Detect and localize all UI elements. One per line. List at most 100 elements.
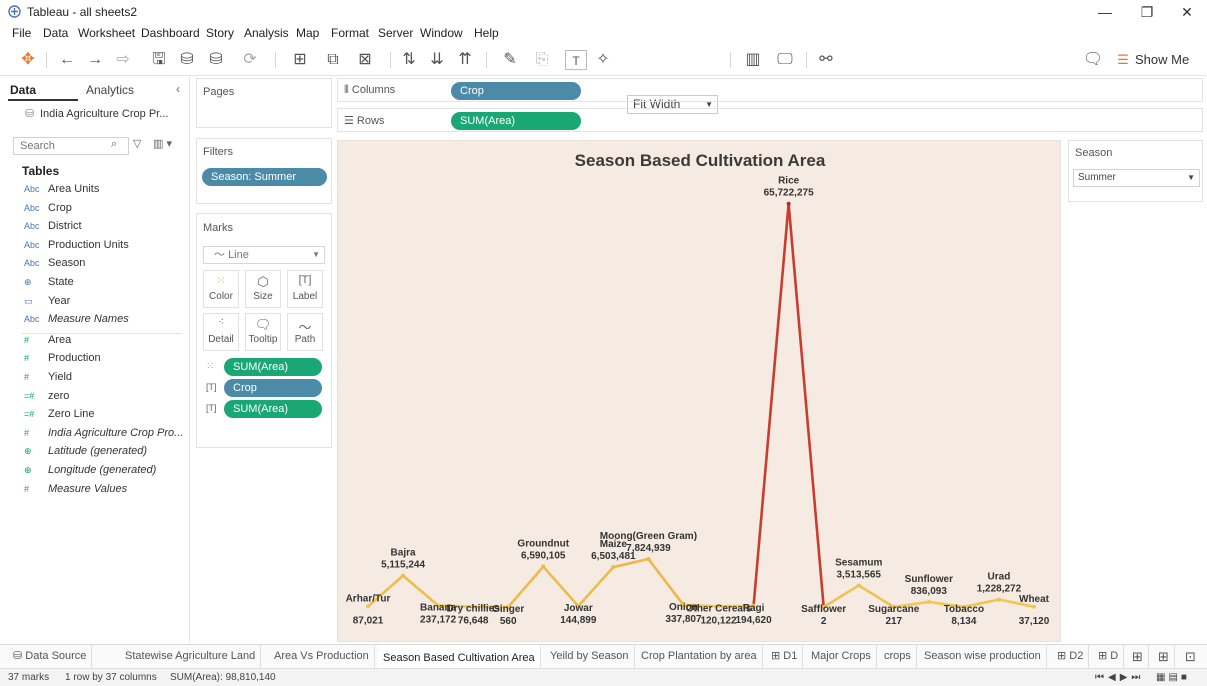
new-story-tab-icon[interactable]: ⊡	[1180, 645, 1201, 668]
view-options-icon[interactable]: ▥ ▾	[153, 137, 172, 150]
rows-shelf[interactable]: ☰ Rows SUM(Area)	[337, 108, 1203, 132]
tableau-home-icon[interactable]: ✥	[17, 50, 39, 70]
filter-pill-season[interactable]: Season: Summer	[202, 168, 327, 186]
menu-map[interactable]: Map	[296, 26, 319, 40]
data-point[interactable]	[996, 597, 1001, 602]
datasource-name[interactable]: India Agriculture Crop Pr...	[40, 108, 168, 120]
field-zero[interactable]: =# zero	[0, 389, 190, 407]
menu-analysis[interactable]: Analysis	[244, 26, 289, 40]
tab-area-vs-production[interactable]: Area Vs Production	[269, 645, 375, 668]
tab-data-source[interactable]: ⛁ Data Source	[8, 645, 93, 668]
tooltip-icon[interactable]: 🗨	[1082, 50, 1104, 70]
data-point[interactable]	[1032, 604, 1036, 609]
menu-dashboard[interactable]: Dashboard	[141, 26, 200, 40]
field-district[interactable]: Abc District	[0, 219, 190, 237]
field-yield[interactable]: # Yield	[0, 370, 190, 388]
tab-crops[interactable]: crops	[879, 645, 917, 668]
line-chart[interactable]: Arhar/Tur87,021Bajra5,115,244Banana237,1…	[338, 141, 1062, 643]
marks-pill-color-sum-area[interactable]: SUM(Area)	[224, 358, 322, 376]
data-point[interactable]	[366, 604, 370, 609]
field-longitude-generated[interactable]: ⊕ Longitude (generated)	[0, 463, 190, 481]
menu-window[interactable]: Window	[420, 26, 463, 40]
tab-crop-plantation-by-area[interactable]: Crop Plantation by area	[636, 645, 763, 668]
season-filter-dropdown[interactable]: Summer ▼	[1073, 169, 1200, 187]
new-dashboard-tab-icon[interactable]: ⊞	[1153, 645, 1175, 668]
redo-icon[interactable]: →	[84, 50, 106, 70]
filters-card[interactable]: Filters Season: Summer	[196, 138, 332, 204]
field-crop[interactable]: Abc Crop	[0, 201, 190, 219]
search-icon[interactable]: ⌕	[111, 138, 117, 151]
highlight-icon[interactable]: ✎	[496, 50, 524, 70]
sort-desc-icon[interactable]: ⇈	[454, 50, 476, 70]
field-area[interactable]: # Area	[0, 333, 190, 351]
view-mode-icons[interactable]: ▦▤■	[1156, 672, 1190, 683]
marks-color-button[interactable]: ⁙ Color	[203, 270, 239, 308]
field-production-units[interactable]: Abc Production Units	[0, 238, 190, 256]
tab-analytics[interactable]: Analytics	[86, 83, 134, 97]
show-me-icon[interactable]: ☰	[1114, 50, 1132, 70]
marks-pill-label-sum-area[interactable]: SUM(Area)	[224, 400, 322, 418]
menu-worksheet[interactable]: Worksheet	[78, 26, 135, 40]
data-point[interactable]	[786, 201, 791, 206]
rows-pill-sum-area[interactable]: SUM(Area)	[451, 112, 581, 130]
field-state[interactable]: ⊕ State	[0, 275, 190, 293]
show-labels-icon[interactable]: T	[565, 50, 587, 70]
sort-asc-icon[interactable]: ⇊	[426, 50, 448, 70]
close-button[interactable]: ✕	[1170, 2, 1204, 22]
new-worksheet-icon[interactable]: ⊞	[285, 50, 315, 70]
menu-file[interactable]: File	[12, 26, 31, 40]
tab-season-based-cultivation-area[interactable]: Season Based Cultivation Area	[378, 645, 541, 668]
field-latitude-generated[interactable]: ⊕ Latitude (generated)	[0, 444, 190, 462]
collapse-pane-icon[interactable]: ‹	[176, 82, 180, 96]
new-worksheet-tab-icon[interactable]: ⊞	[1127, 645, 1149, 668]
menu-server[interactable]: Server	[378, 26, 413, 40]
pause-updates-icon[interactable]: ⛁	[203, 50, 229, 70]
mark-type-dropdown[interactable]: 〜 Line ▼	[203, 246, 325, 264]
menu-help[interactable]: Help	[474, 26, 499, 40]
field-measure-names[interactable]: Abc Measure Names	[0, 312, 190, 330]
menu-story[interactable]: Story	[206, 26, 234, 40]
columns-pill-crop[interactable]: Crop	[451, 82, 581, 100]
tab-data[interactable]: Data	[10, 83, 36, 97]
marks-size-button[interactable]: ⬡ Size	[245, 270, 281, 308]
field-india-agriculture-crop-pro[interactable]: # India Agriculture Crop Pro...	[0, 426, 190, 444]
clear-sheet-icon[interactable]: ⊠	[350, 50, 380, 70]
marks-tooltip-button[interactable]: 🗨 Tooltip	[245, 313, 281, 351]
menu-format[interactable]: Format	[331, 26, 369, 40]
tab-statewise-agriculture-land[interactable]: Statewise Agriculture Land	[120, 645, 262, 668]
minimize-button[interactable]: —	[1088, 2, 1122, 22]
marks-label-button[interactable]: [T] Label	[287, 270, 323, 308]
pages-card[interactable]: Pages	[196, 78, 332, 128]
new-datasource-icon[interactable]: ⛁	[176, 50, 198, 70]
marks-pill-label-crop[interactable]: Crop	[224, 379, 322, 397]
replay-icon[interactable]: ⇨	[110, 50, 136, 70]
save-icon[interactable]: 🖫	[148, 50, 170, 70]
data-point[interactable]	[926, 599, 931, 604]
visualization-area[interactable]: Arhar/Tur 87,021 Bajra 5,115,244 Banana 237,1…	[337, 140, 1061, 642]
marks-detail-button[interactable]: ⁖ Detail	[203, 313, 239, 351]
field-production[interactable]: # Production	[0, 351, 190, 369]
show-cards-icon[interactable]: ▥	[738, 50, 768, 70]
field-season[interactable]: Abc Season	[0, 256, 190, 274]
field-year[interactable]: ▭ Year	[0, 294, 190, 312]
columns-shelf[interactable]: ⦀ Columns Crop	[337, 78, 1203, 102]
filter-icon[interactable]: ▽	[133, 137, 141, 150]
menu-data[interactable]: Data	[43, 26, 68, 40]
sheet-nav-icons[interactable]: ⏮◀▶⏭	[1095, 672, 1144, 683]
tab-d2[interactable]: ⊞ D2	[1052, 645, 1090, 668]
share-icon[interactable]: ⚯	[815, 50, 837, 70]
undo-icon[interactable]: ←	[56, 50, 78, 70]
maximize-button[interactable]: ❐	[1130, 2, 1164, 22]
refresh-icon[interactable]: ⟳	[236, 50, 264, 70]
tab-major-crops[interactable]: Major Crops	[806, 645, 877, 668]
data-point[interactable]	[646, 556, 651, 561]
marks-path-button[interactable]: 〜 Path	[287, 313, 323, 351]
presentation-icon[interactable]: 🖵	[774, 50, 796, 70]
field-zero-line[interactable]: =# Zero Line	[0, 407, 190, 425]
data-point[interactable]	[401, 573, 406, 578]
tab-d1[interactable]: ⊞ D1	[766, 645, 804, 668]
tab-season-wise-production[interactable]: Season wise production	[919, 645, 1047, 668]
field-measure-values[interactable]: # Measure Values	[0, 482, 190, 500]
data-point[interactable]	[541, 564, 546, 569]
pin-icon[interactable]: ✧	[592, 50, 614, 70]
